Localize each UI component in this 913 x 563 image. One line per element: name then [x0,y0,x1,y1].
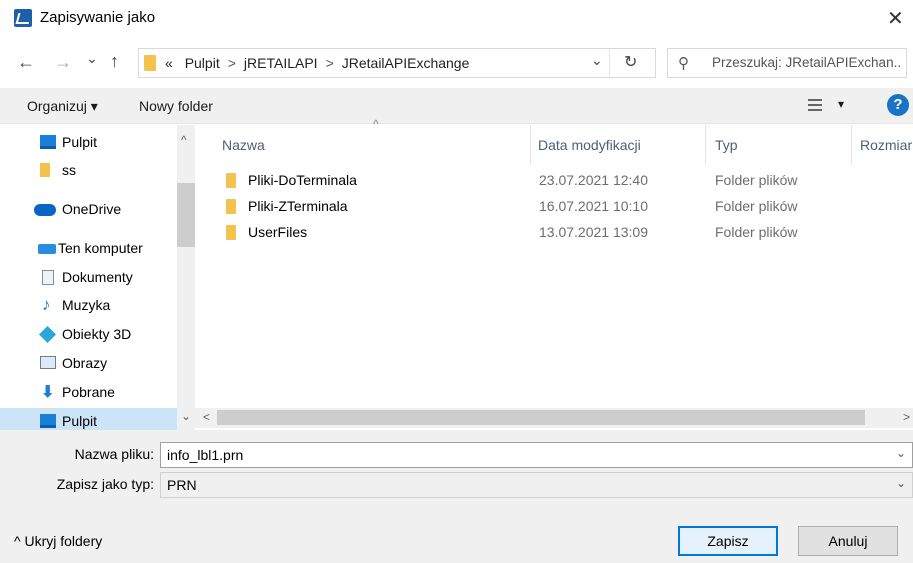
address-dropdown-icon[interactable]: ⌄ [591,52,603,69]
search-icon: ⚲ [678,55,689,72]
save-panel: Nazwa pliku: info_lbl1.prn ⌄ Zapisz jako… [0,430,913,563]
sidebar-item-pulpit[interactable]: Pulpit [0,129,177,157]
filetype-label: Zapisz jako typ: [56,476,154,492]
command-bar: Organizuj ▾ Nowy folder ▾ ? [0,88,913,124]
filetype-value: PRN [167,477,197,493]
sidebar-item-pulpit[interactable]: Pulpit [0,408,177,430]
sidebar-item-dokumenty[interactable]: Dokumenty [0,264,177,292]
list-horizontal-scrollbar[interactable]: < > [195,408,913,428]
help-icon[interactable]: ? [887,94,909,116]
sidebar-item-ten-komputer[interactable]: Ten komputer [0,235,177,263]
column-divider [705,125,706,165]
scrollbar-thumb[interactable] [177,183,195,247]
hide-folders-button[interactable]: ^ Ukryj foldery [14,533,102,549]
navigation-pane: Pulpit ss OneDrive Ten komputer Dokument… [0,125,195,430]
folder-icon [226,199,236,214]
sidebar-item-label: Pulpit [62,413,98,429]
sidebar-item-label: OneDrive [62,201,122,217]
scroll-left-icon[interactable]: < [203,410,210,424]
file-type: Folder plików [715,224,798,240]
breadcrumb-item-jretailapiexchange[interactable]: JRetailAPIExchange [342,55,470,71]
list-item[interactable]: Pliki-ZTerminala 16.07.2021 10:10 Folder… [212,194,882,220]
search-input[interactable]: Przeszukaj: JRetailAPIExchan... [712,55,902,70]
view-options-icon[interactable] [808,98,822,112]
chevron-right-icon: > [325,55,334,71]
desktop-icon [40,135,56,149]
new-folder-button[interactable]: Nowy folder [139,98,213,114]
window-title: Zapisywanie jako [40,9,156,26]
filename-field[interactable]: info_lbl1.prn ⌄ [160,442,913,468]
music-icon: ♪ [42,295,51,314]
divider [609,49,610,77]
pictures-icon [40,356,56,369]
view-dropdown-icon[interactable]: ▾ [838,97,844,111]
sidebar-item-pobrane[interactable]: ⬇ Pobrane [0,379,177,407]
scroll-right-icon[interactable]: > [903,410,910,424]
sidebar-item-obrazy[interactable]: Obrazy [0,350,177,378]
filename-value: info_lbl1.prn [167,447,244,463]
computer-icon [38,244,56,254]
folder-icon [40,163,50,177]
sidebar-item-obiekty-3d[interactable]: Obiekty 3D [0,321,177,349]
search-box[interactable]: ⚲ Przeszukaj: JRetailAPIExchan... [667,48,907,78]
sidebar-item-label: Obrazy [62,355,108,371]
file-name: Pliki-ZTerminala [248,198,348,214]
breadcrumb-item-pulpit[interactable]: Pulpit [185,55,220,71]
file-date: 13.07.2021 13:09 [539,224,648,240]
chevron-right-icon: > [227,55,236,71]
cancel-button[interactable]: Anuluj [798,526,898,556]
organize-menu[interactable]: Organizuj ▾ [27,98,98,115]
sort-ascending-icon: ^ [373,117,379,131]
scroll-up-icon[interactable]: ^ [181,133,187,147]
chevron-down-icon: ⌄ [895,476,906,490]
back-button[interactable]: ← [17,52,35,73]
sidebar-scrollbar[interactable]: ^ ⌄ [177,125,195,430]
column-divider [530,125,531,165]
sidebar-item-ss[interactable]: ss [0,157,177,185]
sidebar-item-onedrive[interactable]: OneDrive [0,196,177,224]
save-button[interactable]: Zapisz [678,526,778,556]
app-icon [14,9,32,27]
documents-icon [42,270,54,285]
sidebar-item-label: Pulpit [62,134,98,150]
sidebar-item-label: ss [62,162,76,178]
list-item[interactable]: Pliki-DoTerminala 23.07.2021 12:40 Folde… [212,168,882,194]
list-item[interactable]: UserFiles 13.07.2021 13:09 Folder plików [212,220,882,246]
folder-icon [226,173,236,188]
3d-objects-icon [39,326,56,343]
sidebar-item-label: Pobrane [62,384,115,400]
close-icon[interactable]: ✕ [887,6,904,31]
address-bar[interactable]: « Pulpit > jRETAILAPI > JRetailAPIExchange ⌄… [138,48,656,78]
breadcrumb: « Pulpit > jRETAILAPI > JRetailAPIExchange [165,55,469,71]
file-type: Folder plików [715,198,798,214]
cloud-icon [34,204,56,216]
downloads-icon: ⬇ [41,384,55,401]
sidebar-item-label: Dokumenty [62,269,133,285]
file-name: UserFiles [248,224,308,240]
desktop-icon [40,414,56,428]
filetype-select[interactable]: PRN ⌄ [160,472,913,498]
folder-icon [144,55,156,71]
breadcrumb-overflow[interactable]: « [165,55,173,71]
breadcrumb-item-jretailapi[interactable]: jRETAILAPI [244,55,318,71]
sidebar-item-muzyka[interactable]: ♪ Muzyka [0,292,177,320]
sidebar-item-label: Ten komputer [58,240,143,256]
refresh-icon[interactable]: ↻ [624,52,637,72]
file-type: Folder plików [715,172,798,188]
file-date: 23.07.2021 12:40 [539,172,648,188]
sidebar-item-label: Obiekty 3D [62,326,132,342]
filename-label: Nazwa pliku: [74,446,154,462]
file-date: 16.07.2021 10:10 [539,198,648,214]
title-bar: Zapisywanie jako ✕ [0,0,913,38]
sidebar-item-label: Muzyka [62,297,111,313]
up-button[interactable]: ↑ [110,51,119,72]
column-divider [851,125,852,165]
folder-icon [226,225,236,240]
scrollbar-thumb[interactable] [217,410,865,425]
file-name: Pliki-DoTerminala [248,172,357,188]
recent-locations-button[interactable]: ⌄ [86,50,98,67]
chevron-down-icon[interactable]: ⌄ [896,446,906,460]
scroll-down-icon[interactable]: ⌄ [181,409,191,423]
forward-button[interactable]: → [54,52,72,73]
